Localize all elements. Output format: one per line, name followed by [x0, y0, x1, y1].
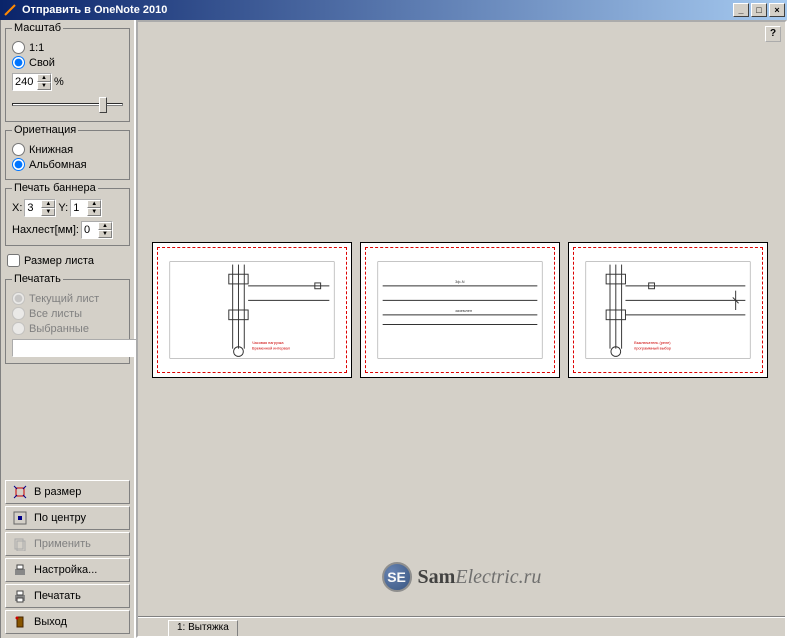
spin-up-icon[interactable]: ▲	[37, 74, 51, 82]
scale-radio-custom[interactable]: Свой	[12, 56, 123, 69]
banner-group: Печать баннера X: ▲▼ Y: ▲▼ Нахлест[мм]: …	[5, 188, 130, 246]
preview-page-2: 3ф-N заземлен	[360, 242, 560, 378]
orientation-group: Ориетнация Книжная Альбомная	[5, 130, 130, 180]
print-button[interactable]: Печатать	[5, 584, 130, 608]
banner-legend: Печать баннера	[12, 182, 98, 194]
y-label: Y:	[58, 202, 68, 214]
print-radio-selected: Выбранные	[12, 322, 123, 335]
tab-bar: 1: Вытяжка	[138, 616, 785, 636]
fit-icon	[12, 484, 28, 500]
print-radio-all: Все листы	[12, 307, 123, 320]
scale-value-input[interactable]: ▲▼	[12, 73, 52, 91]
preview-panel: ? Часовая нагрузка Временной интервал	[136, 20, 787, 638]
svg-text:Выключатель (реле): Выключатель (реле)	[634, 341, 671, 345]
banner-y-input[interactable]: ▲▼	[70, 199, 102, 217]
orientation-radio-portrait[interactable]: Книжная	[12, 143, 123, 156]
printer-icon	[12, 588, 28, 604]
banner-x-input[interactable]: ▲▼	[24, 199, 56, 217]
exit-button[interactable]: Выход	[5, 610, 130, 634]
overlap-label: Нахлест[мм]:	[12, 224, 79, 236]
orientation-radio-landscape[interactable]: Альбомная	[12, 158, 123, 171]
preview-page-1: Часовая нагрузка Временной интервал	[152, 242, 352, 378]
orientation-legend: Ориетнация	[12, 124, 78, 136]
apply-icon	[12, 536, 28, 552]
watermark-logo-icon: SE	[382, 562, 412, 592]
percent-label: %	[54, 76, 64, 88]
scale-radio-1to1[interactable]: 1:1	[12, 41, 123, 54]
overlap-input[interactable]: ▲▼	[81, 221, 113, 239]
sheetsize-checkbox[interactable]: Размер листа	[7, 254, 128, 267]
printer-setup-icon	[12, 562, 28, 578]
watermark: SE SamElectric.ru	[382, 562, 542, 592]
window-title: Отправить в OneNote 2010	[22, 4, 731, 16]
spin-down-icon[interactable]: ▼	[37, 82, 51, 90]
print-group: Печатать Текущий лист Все листы Выбранны…	[5, 279, 130, 364]
print-legend: Печатать	[12, 273, 63, 285]
close-button[interactable]: ×	[769, 3, 785, 17]
svg-text:Часовая нагрузка: Часовая нагрузка	[252, 341, 284, 345]
apply-button: Применить	[5, 532, 130, 556]
print-radio-current: Текущий лист	[12, 292, 123, 305]
svg-text:Временной интервал: Временной интервал	[252, 347, 290, 351]
x-label: X:	[12, 202, 22, 214]
title-bar: Отправить в OneNote 2010 _ □ ×	[0, 0, 787, 20]
scale-legend: Масштаб	[12, 22, 63, 34]
exit-icon	[12, 614, 28, 630]
app-icon	[2, 2, 18, 18]
svg-text:программный выбор: программный выбор	[634, 347, 671, 351]
maximize-button[interactable]: □	[751, 3, 767, 17]
minimize-button[interactable]: _	[733, 3, 749, 17]
svg-text:3ф-N: 3ф-N	[455, 280, 465, 284]
scale-slider[interactable]	[12, 95, 123, 115]
sidebar: Масштаб 1:1 Свой ▲▼ % Ориетн	[0, 20, 136, 638]
center-icon	[12, 510, 28, 526]
svg-text:заземлен: заземлен	[455, 309, 472, 313]
fit-button[interactable]: В размер	[5, 480, 130, 504]
center-button[interactable]: По центру	[5, 506, 130, 530]
tab-sheet-1[interactable]: 1: Вытяжка	[168, 620, 238, 636]
scale-group: Масштаб 1:1 Свой ▲▼ %	[5, 28, 130, 122]
setup-button[interactable]: Настройка...	[5, 558, 130, 582]
preview-area[interactable]: Часовая нагрузка Временной интервал 3ф-N…	[138, 22, 785, 616]
slider-thumb[interactable]	[99, 97, 107, 113]
preview-page-3: Выключатель (реле) программный выбор	[568, 242, 768, 378]
